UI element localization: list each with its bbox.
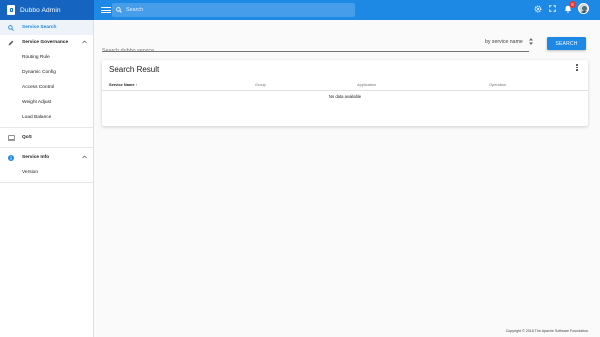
settings-button[interactable] — [533, 4, 542, 13]
sidebar-item-load-balance[interactable]: Load Balance — [0, 110, 93, 125]
more-vert-icon[interactable] — [576, 64, 578, 71]
main-content: by service name SEARCH Search Result Ser… — [95, 20, 600, 337]
fullscreen-button[interactable] — [548, 4, 557, 13]
sidebar-item-access-control[interactable]: Access Control — [0, 80, 93, 95]
pencil-icon — [8, 40, 14, 45]
menu-icon[interactable] — [101, 6, 111, 14]
card-title: Search Result — [109, 65, 160, 74]
sidebar-item-label: Load Balance — [22, 115, 52, 120]
sidebar-item-label: Service Info — [22, 155, 50, 160]
search-result-card: Search Result Service Name ↑ Group Appli… — [102, 60, 588, 126]
arrow-up-icon: ↑ — [135, 82, 138, 87]
dubbo-logo-icon — [7, 5, 15, 15]
sidebar: Service Search Service Governance Routin… — [0, 20, 94, 337]
sidebar-item-routing-rule[interactable]: Routing Rule — [0, 50, 93, 65]
empty-state-text: No data available — [328, 94, 362, 99]
search-icon — [8, 24, 14, 31]
column-operation: Operation — [489, 82, 507, 87]
column-service-name[interactable]: Service Name ↑ — [109, 82, 138, 87]
search-type-value: by service name — [485, 38, 523, 45]
service-search-input[interactable] — [102, 48, 482, 54]
info-icon — [8, 154, 14, 161]
monitor-icon — [7, 134, 15, 141]
sidebar-item-dynamic-config[interactable]: Dynamic Config — [0, 65, 93, 80]
sidebar-divider — [0, 127, 93, 128]
column-application[interactable]: Application — [357, 82, 376, 87]
fullscreen-icon — [549, 5, 556, 12]
notification-badge: 6 — [569, 1, 576, 8]
chevron-up-icon[interactable] — [82, 155, 87, 159]
app-title: Dubbo Admin — [20, 6, 61, 14]
sidebar-item-label: Service Governance — [22, 40, 69, 45]
column-group[interactable]: Group — [255, 82, 266, 87]
sidebar-item-label: QoS — [22, 135, 32, 140]
sidebar-item-label: Service Search — [22, 25, 57, 30]
global-search[interactable] — [112, 3, 355, 17]
sidebar-item-label: Dynamic Config — [22, 70, 56, 75]
chevron-up-icon[interactable] — [82, 40, 87, 44]
search-icon — [116, 7, 122, 13]
brand: Dubbo Admin — [0, 0, 94, 20]
gear-icon — [534, 5, 541, 12]
search-form: by service name SEARCH — [102, 36, 592, 54]
table-header: Service Name ↑ Group Application Operati… — [102, 77, 588, 91]
notifications-button[interactable]: 6 — [563, 1, 576, 13]
sidebar-item-weight-adjust[interactable]: Weight Adjust — [0, 95, 93, 110]
sidebar-item-label: Version — [22, 170, 38, 175]
sidebar-divider — [0, 182, 93, 183]
app-bar: Dubbo Admin 6 — [0, 0, 600, 20]
footer-copyright: Copyright © 2018 The Apache Software Fou… — [505, 329, 589, 333]
search-button[interactable]: SEARCH — [547, 37, 586, 50]
sidebar-item-label: Routing Rule — [22, 55, 50, 60]
global-search-input[interactable] — [126, 7, 326, 13]
service-search-field[interactable] — [102, 39, 529, 54]
sidebar-item-qos[interactable]: QoS — [0, 130, 93, 145]
search-type-select[interactable]: by service name — [485, 38, 533, 45]
avatar[interactable] — [578, 3, 589, 14]
sidebar-item-label: Weight Adjust — [22, 100, 52, 105]
sidebar-item-service-governance[interactable]: Service Governance — [0, 35, 93, 50]
sidebar-item-service-info[interactable]: Service Info — [0, 150, 93, 165]
sort-arrows-icon — [528, 38, 533, 45]
sidebar-item-service-search[interactable]: Service Search — [0, 20, 93, 35]
sidebar-item-version[interactable]: Version — [0, 165, 93, 180]
sidebar-item-label: Access Control — [22, 85, 55, 90]
sidebar-divider — [0, 147, 93, 148]
